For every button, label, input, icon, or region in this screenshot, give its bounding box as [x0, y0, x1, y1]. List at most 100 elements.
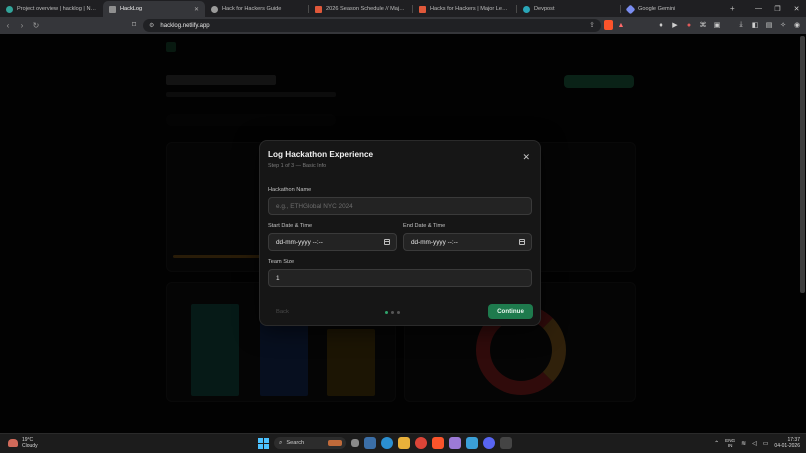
- end-date-label: End Date & Time: [403, 223, 446, 229]
- step-dot-2: [391, 311, 394, 314]
- wallet-icon[interactable]: ▤: [764, 20, 774, 30]
- hackathon-name-label: Hackathon Name: [268, 187, 312, 193]
- tab-gemini[interactable]: Google Gemini: [621, 1, 724, 17]
- chevron-up-icon[interactable]: ⌃: [714, 440, 719, 447]
- tab-label: HackLog: [120, 6, 143, 12]
- play-icon[interactable]: ▶: [670, 20, 680, 30]
- tab-devpost[interactable]: Devpost: [517, 1, 620, 17]
- close-tab-icon[interactable]: ✕: [194, 6, 199, 13]
- site-info-icon[interactable]: ⚙: [149, 22, 154, 29]
- search-icon: ⌕: [279, 439, 283, 446]
- team-size-label: Team Size: [268, 259, 295, 265]
- end-date-input[interactable]: dd-mm-yyyy --:--: [403, 233, 532, 251]
- minimize-icon[interactable]: —: [749, 0, 768, 17]
- calendar-icon[interactable]: [519, 239, 525, 245]
- start-date-input[interactable]: dd-mm-yyyy --:--: [268, 233, 397, 251]
- tab-mlh-hacks[interactable]: Hacks for Hackers | Major League Ha: [413, 1, 516, 17]
- screen: Project overview | hacklog | Netlify Hac…: [0, 0, 806, 453]
- step-indicator-text: Step 1 of 3 — Basic Info: [268, 163, 327, 169]
- new-tab-icon[interactable]: +: [724, 4, 741, 13]
- log-hackathon-modal: Log Hackathon Experience Step 1 of 3 — B…: [259, 140, 541, 326]
- modal-title: Log Hackathon Experience: [268, 150, 374, 159]
- wifi-icon[interactable]: ≋: [741, 440, 746, 447]
- toolbar-shields: ▲: [604, 20, 626, 30]
- taskbar-apps: ⌕ Search: [258, 437, 512, 449]
- arrow-right-icon[interactable]: ›: [16, 20, 28, 32]
- profile-icon[interactable]: ◉: [792, 20, 802, 30]
- window-controls: — ❐ ✕: [749, 0, 806, 17]
- arrow-left-icon[interactable]: ‹: [2, 20, 14, 32]
- tab-hack-guide[interactable]: Hack for Hackers Guide: [205, 1, 308, 17]
- app-icon[interactable]: [500, 437, 512, 449]
- globe-icon: [211, 5, 218, 13]
- download-icon[interactable]: ⤓: [736, 20, 746, 30]
- search-highlight-icon: [328, 440, 342, 446]
- puzzle-icon[interactable]: ⌘: [698, 20, 708, 30]
- tab-hacklog[interactable]: HackLog ✕: [103, 1, 205, 17]
- extensions-area: ♦ ▶ ● ⌘ ▣ ⤓ ◧ ▤ ✧ ◉ ≡: [656, 20, 806, 30]
- vscode-icon[interactable]: [466, 437, 478, 449]
- tab-label: Devpost: [534, 6, 555, 12]
- url-text: hacklog.netlify.app: [160, 22, 210, 29]
- hackathon-name-input[interactable]: e.g., ETHGlobal NYC 2024: [268, 197, 532, 215]
- media-icon[interactable]: ▣: [712, 20, 722, 30]
- browser-toolbar: ‹ › ↻ ⌑ ⚙ hacklog.netlify.app ⇪ ▲ ♦ ▶ ● …: [0, 17, 806, 34]
- volume-icon[interactable]: ◁: [752, 440, 757, 447]
- tab-label: Project overview | hacklog | Netlify: [17, 6, 97, 12]
- weather-text: 19°C Cloudy: [22, 437, 38, 449]
- lang-line2: IN: [727, 443, 733, 448]
- file-explorer-icon[interactable]: [398, 437, 410, 449]
- tab-netlify[interactable]: Project overview | hacklog | Netlify: [0, 1, 103, 17]
- tab-mlh-schedule[interactable]: 2026 Season Schedule // Major Leag: [309, 1, 412, 17]
- weather-widget[interactable]: 19°C Cloudy: [8, 437, 38, 449]
- clock-date: 04-01-2026: [774, 443, 800, 449]
- share-icon[interactable]: ⇪: [589, 21, 595, 29]
- task-view-icon[interactable]: [351, 439, 359, 447]
- extension-icon[interactable]: ●: [684, 20, 694, 30]
- gemini-icon: [625, 4, 636, 14]
- tab-label: Hacks for Hackers | Major League Ha: [430, 6, 510, 12]
- continue-button[interactable]: Continue: [488, 304, 533, 319]
- close-icon[interactable]: ✕: [522, 153, 530, 162]
- close-window-icon[interactable]: ✕: [787, 0, 806, 17]
- taskbar-search[interactable]: ⌕ Search: [274, 437, 346, 449]
- devpost-icon: [523, 5, 530, 13]
- address-bar[interactable]: ⚙ hacklog.netlify.app ⇪: [143, 19, 601, 32]
- reload-icon[interactable]: ↻: [30, 20, 42, 32]
- app-icon[interactable]: [364, 437, 376, 449]
- search-label: Search: [286, 440, 305, 446]
- app-icon[interactable]: [449, 437, 461, 449]
- leo-icon[interactable]: ✧: [778, 20, 788, 30]
- chrome-icon[interactable]: [415, 437, 427, 449]
- brave-shield-icon[interactable]: [604, 20, 613, 30]
- tab-label: Hack for Hackers Guide: [222, 6, 282, 12]
- clock[interactable]: 17:37 04-01-2026: [774, 437, 800, 449]
- step-dots: [385, 311, 400, 314]
- netlify-icon: [6, 5, 13, 13]
- back-button[interactable]: Back: [276, 309, 289, 315]
- start-date-label: Start Date & Time: [268, 223, 313, 229]
- edge-icon[interactable]: [381, 437, 393, 449]
- system-tray: ⌃ ENG IN ≋ ◁ ▭ 17:37 04-01-2026: [714, 437, 800, 449]
- discord-icon[interactable]: [483, 437, 495, 449]
- language-indicator[interactable]: ENG IN: [725, 438, 735, 448]
- team-size-input[interactable]: 1: [268, 269, 532, 287]
- browser-tab-strip: Project overview | hacklog | Netlify Hac…: [0, 0, 806, 17]
- step-dot-1: [385, 311, 388, 314]
- tab-label: Google Gemini: [638, 6, 676, 12]
- weather-icon: [8, 439, 18, 447]
- battery-icon[interactable]: ▭: [763, 440, 769, 447]
- rewards-icon[interactable]: ▲: [616, 20, 626, 30]
- sidebar-icon[interactable]: ◧: [750, 20, 760, 30]
- page-scrollbar[interactable]: [800, 36, 805, 293]
- page-icon: [109, 5, 116, 13]
- brave-icon[interactable]: [432, 437, 444, 449]
- calendar-icon[interactable]: [384, 239, 390, 245]
- tab-label: 2026 Season Schedule // Major Leag: [326, 6, 406, 12]
- step-dot-3: [397, 311, 400, 314]
- maximize-icon[interactable]: ❐: [768, 0, 787, 17]
- end-date-value: dd-mm-yyyy --:--: [411, 238, 458, 246]
- bookmark-icon[interactable]: ⌑: [132, 20, 136, 29]
- bulb-icon[interactable]: ♦: [656, 20, 666, 30]
- windows-start-icon[interactable]: [258, 437, 269, 449]
